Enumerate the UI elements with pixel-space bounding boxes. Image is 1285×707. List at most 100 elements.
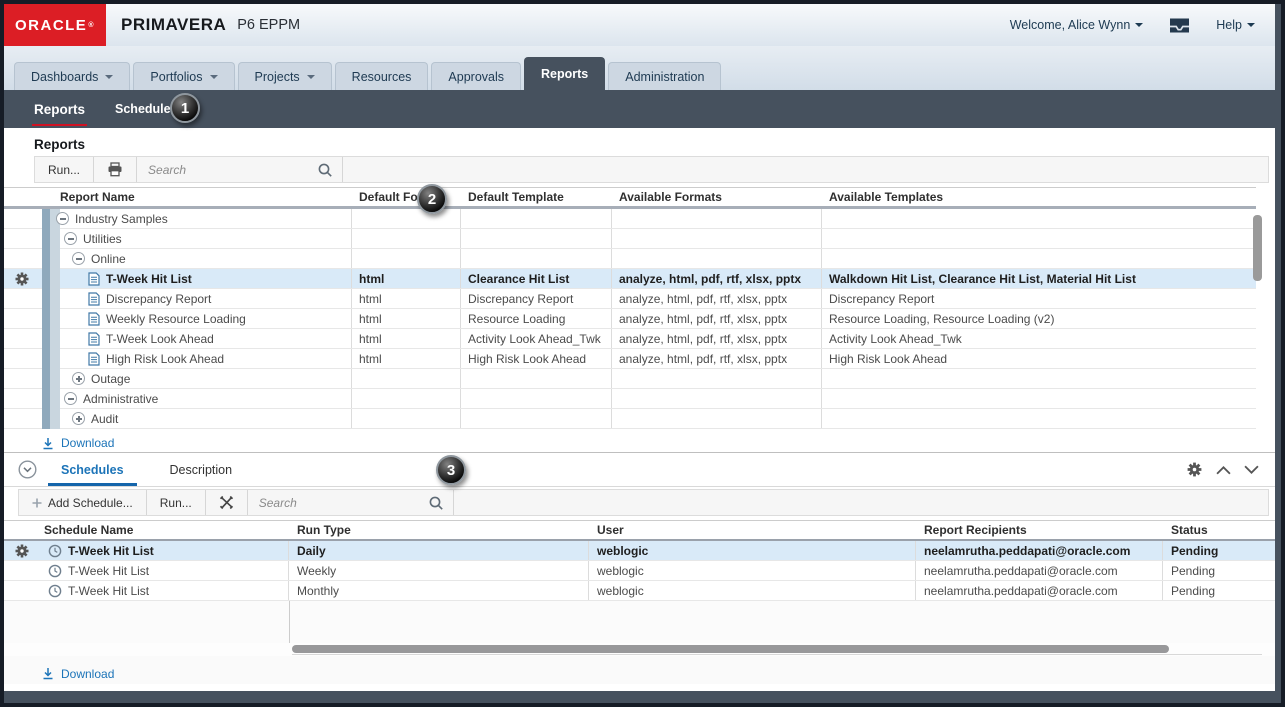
column-header-available-templates[interactable]: Available Templates xyxy=(822,188,1256,206)
nav-tab-label: Administration xyxy=(625,69,705,84)
column-header-user[interactable]: User xyxy=(589,521,916,539)
nav-tab[interactable]: Resources xyxy=(334,62,429,90)
default-format-cell xyxy=(352,249,461,268)
column-header-default-template[interactable]: Default Template xyxy=(461,188,612,206)
default-format-cell xyxy=(352,369,461,388)
collapse-node-icon[interactable] xyxy=(72,252,85,265)
table-row[interactable]: Outage xyxy=(4,369,1256,389)
column-header-run-type[interactable]: Run Type xyxy=(289,521,589,539)
panel-tab[interactable]: Description xyxy=(166,463,237,477)
report-name-cell: Discrepancy Report xyxy=(40,289,352,308)
inbox-button[interactable] xyxy=(1168,16,1191,35)
chevron-up-icon[interactable] xyxy=(1216,465,1231,475)
report-name: T-Week Hit List xyxy=(106,271,192,286)
print-button[interactable] xyxy=(94,157,138,182)
gear-icon[interactable] xyxy=(14,271,30,287)
table-row[interactable]: T-Week Hit List Monthly weblogic neelamr… xyxy=(4,581,1275,601)
registered-mark: ® xyxy=(88,21,95,29)
horizontal-scrollbar-thumb[interactable] xyxy=(292,645,1169,653)
add-schedule-button[interactable]: Add Schedule... xyxy=(19,490,147,515)
row-actions-gutter xyxy=(4,309,40,328)
column-header-status[interactable]: Status xyxy=(1163,521,1275,539)
collapse-node-icon[interactable] xyxy=(64,392,77,405)
schedules-search xyxy=(248,490,454,515)
schedules-search-input[interactable] xyxy=(256,494,417,511)
report-name-cell: High Risk Look Ahead xyxy=(40,349,352,368)
available-formats-cell: analyze, html, pdf, rtf, xlsx, pptx xyxy=(612,349,822,368)
nav-tab[interactable]: Projects xyxy=(237,62,332,90)
column-header-report-name[interactable]: Report Name xyxy=(40,188,352,206)
table-row[interactable]: Utilities xyxy=(4,229,1256,249)
reports-search-input[interactable] xyxy=(146,161,307,178)
settings-gear-icon[interactable] xyxy=(1186,461,1203,478)
user-cell: weblogic xyxy=(589,561,916,580)
table-row[interactable]: Audit xyxy=(4,409,1256,429)
column-header-schedule-name[interactable]: Schedule Name xyxy=(40,521,289,539)
search-icon[interactable] xyxy=(317,162,333,178)
expand-node-icon[interactable] xyxy=(72,372,85,385)
collapse-panel-button[interactable] xyxy=(18,460,37,479)
column-header-report-recipients[interactable]: Report Recipients xyxy=(916,521,1163,539)
wrench-icon xyxy=(219,495,233,510)
row-actions-gutter xyxy=(4,229,40,248)
collapse-node-icon[interactable] xyxy=(64,232,77,245)
available-formats-cell xyxy=(612,209,822,228)
default-format-cell: html xyxy=(352,269,461,288)
subnav-item[interactable]: Schedules xyxy=(115,102,178,116)
row-actions-gutter xyxy=(4,521,40,539)
expand-node-icon[interactable] xyxy=(72,412,85,425)
table-row[interactable]: T-Week Hit List html Clearance Hit List … xyxy=(4,269,1256,289)
subnav-item[interactable]: Reports xyxy=(31,102,88,126)
customize-button[interactable] xyxy=(206,490,248,515)
reports-download[interactable]: Download xyxy=(4,429,1275,452)
chevron-down-icon[interactable] xyxy=(1244,465,1259,475)
report-document-icon xyxy=(88,271,100,286)
gear-icon[interactable] xyxy=(14,543,30,559)
report-name: Industry Samples xyxy=(75,211,168,226)
table-row[interactable]: Weekly Resource Loading html Resource Lo… xyxy=(4,309,1256,329)
report-name-cell: Online xyxy=(40,249,352,268)
column-header-available-formats[interactable]: Available Formats xyxy=(612,188,822,206)
search-icon[interactable] xyxy=(428,495,444,511)
top-header: ORACLE ® PRIMAVERA P6 EPPM Welcome, Alice… xyxy=(4,4,1275,46)
schedule-name-cell: T-Week Hit List xyxy=(40,581,289,600)
annotation-badge-2: 2 xyxy=(417,184,447,214)
table-row[interactable]: Discrepancy Report html Discrepancy Repo… xyxy=(4,289,1256,309)
nav-tab[interactable]: Administration xyxy=(608,62,722,90)
run-schedule-button[interactable]: Run... xyxy=(147,490,206,515)
run-button[interactable]: Run... xyxy=(35,157,95,182)
nav-tab-label: Reports xyxy=(541,67,589,81)
default-template-cell: Resource Loading xyxy=(461,309,612,328)
table-row[interactable]: Industry Samples xyxy=(4,209,1256,229)
table-row[interactable]: T-Week Hit List Daily weblogic neelamrut… xyxy=(4,541,1275,561)
subnav-items: Reports Schedules xyxy=(31,102,178,126)
schedules-download[interactable]: Download xyxy=(4,656,1275,684)
horizontal-scrollbar xyxy=(4,643,1275,656)
nav-tab[interactable]: Reports xyxy=(524,57,606,90)
user-menu[interactable]: Welcome, Alice Wynn xyxy=(1010,18,1144,32)
reports-table-header: Report Name Default Format Default Templ… xyxy=(4,187,1256,209)
table-row[interactable]: High Risk Look Ahead html High Risk Look… xyxy=(4,349,1256,369)
row-actions-gutter xyxy=(4,249,40,268)
reports-table-body: Industry Samples Utilities Online T-Week… xyxy=(4,209,1275,429)
download-link-label[interactable]: Download xyxy=(61,436,114,450)
chevron-down-icon xyxy=(1135,23,1144,27)
help-menu[interactable]: Help xyxy=(1216,18,1255,32)
nav-tab[interactable]: Portfolios xyxy=(133,62,235,90)
row-actions-gutter xyxy=(4,269,40,288)
nav-tab[interactable]: Approvals xyxy=(431,62,522,90)
vertical-scrollbar-thumb[interactable] xyxy=(1253,215,1262,281)
reports-panel: Reports Run... Search Report Name Defaul… xyxy=(4,128,1275,452)
table-row[interactable]: T-Week Look Ahead html Activity Look Ahe… xyxy=(4,329,1256,349)
table-row[interactable]: Administrative xyxy=(4,389,1256,409)
reports-search xyxy=(137,157,344,182)
table-row[interactable]: T-Week Hit List Weekly weblogic neelamru… xyxy=(4,561,1275,581)
report-recipients-cell: neelamrutha.peddapati@oracle.com xyxy=(916,581,1163,600)
row-actions-gutter xyxy=(4,561,40,580)
download-link-label[interactable]: Download xyxy=(61,667,114,681)
report-name-cell: Outage xyxy=(40,369,352,388)
table-row[interactable]: Online xyxy=(4,249,1256,269)
panel-tab[interactable]: Schedules xyxy=(48,463,137,486)
collapse-node-icon[interactable] xyxy=(56,212,69,225)
nav-tab[interactable]: Dashboards xyxy=(14,62,131,90)
